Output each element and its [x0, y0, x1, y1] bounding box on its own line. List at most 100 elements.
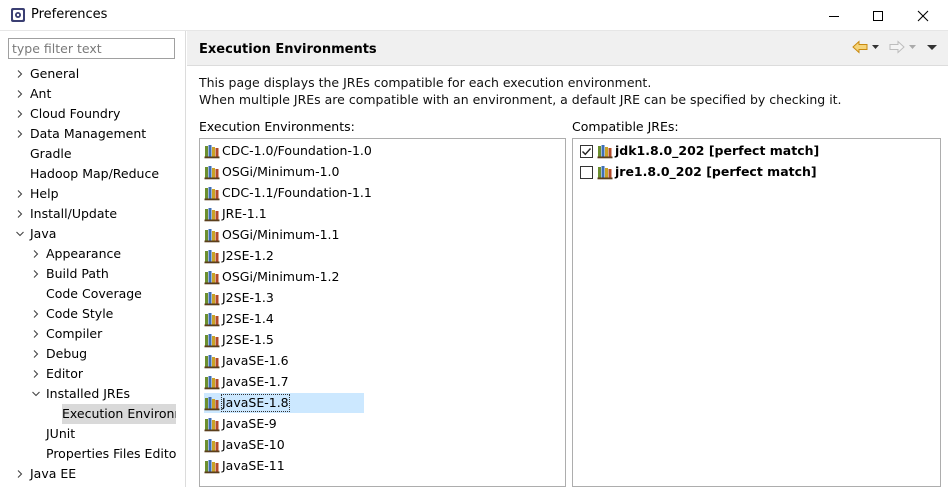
- jre-label: jre1.8.0_202 [perfect match]: [615, 164, 817, 179]
- tree-item[interactable]: Execution Environm: [0, 404, 176, 424]
- environment-label: OSGi/Minimum-1.1: [222, 227, 340, 242]
- chevron-down-icon[interactable]: [30, 384, 42, 404]
- tree-item-label: Code Style: [46, 306, 114, 321]
- tree-item[interactable]: Data Management: [0, 124, 176, 144]
- environment-item[interactable]: JavaSE-1.8: [204, 393, 364, 413]
- environment-label: J2SE-1.2: [222, 248, 274, 263]
- execution-environments-list[interactable]: CDC-1.0/Foundation-1.0 OSGi/Minimum-1.0 CD…: [199, 138, 566, 487]
- environment-label: OSGi/Minimum-1.0: [222, 164, 340, 179]
- maximize-button[interactable]: [855, 0, 901, 31]
- close-button[interactable]: [900, 0, 946, 31]
- environment-label: CDC-1.1/Foundation-1.1: [222, 185, 372, 200]
- tree-item-label: Hadoop Map/Reduce: [30, 166, 160, 181]
- filter-input[interactable]: [8, 38, 175, 59]
- environment-label: J2SE-1.4: [222, 311, 274, 326]
- jre-item[interactable]: jdk1.8.0_202 [perfect match]: [580, 141, 819, 161]
- environment-item[interactable]: JavaSE-1.7: [204, 372, 364, 392]
- tree-item[interactable]: Java EE: [0, 464, 176, 484]
- back-arrow-icon[interactable]: [852, 40, 868, 54]
- tree-item[interactable]: Help: [0, 184, 176, 204]
- tree-item[interactable]: Code Style: [0, 304, 176, 324]
- environments-label: Execution Environments:: [199, 119, 355, 134]
- environment-item[interactable]: JavaSE-9: [204, 414, 364, 434]
- tree-item[interactable]: Java: [0, 224, 176, 244]
- tree-item[interactable]: Debug: [0, 344, 176, 364]
- compatible-jres-list[interactable]: jdk1.8.0_202 [perfect match] jre1.8.0_202…: [572, 138, 941, 487]
- tree-item[interactable]: Compiler: [0, 324, 176, 344]
- environment-item[interactable]: JavaSE-10: [204, 435, 364, 455]
- environment-label: JavaSE-11: [222, 458, 285, 473]
- jar-library-icon: [204, 208, 220, 222]
- environment-item[interactable]: JRE-1.1: [204, 204, 364, 224]
- chevron-right-icon[interactable]: [14, 84, 26, 104]
- jre-item[interactable]: jre1.8.0_202 [perfect match]: [580, 162, 817, 182]
- chevron-right-icon[interactable]: [30, 304, 42, 324]
- chevron-right-icon[interactable]: [30, 344, 42, 364]
- chevron-right-icon[interactable]: [30, 264, 42, 284]
- environment-label: JavaSE-1.6: [222, 353, 289, 368]
- tree-item[interactable]: Build Path: [0, 264, 176, 284]
- environment-item[interactable]: J2SE-1.4: [204, 309, 364, 329]
- environment-item[interactable]: JavaSE-1.6: [204, 351, 364, 371]
- maximize-icon: [873, 10, 883, 21]
- unchecked-checkbox[interactable]: [580, 165, 593, 179]
- environment-label: JavaSE-1.7: [222, 374, 289, 389]
- description-line-2: When multiple JREs are compatible with a…: [199, 92, 842, 107]
- jar-library-icon: [204, 166, 220, 180]
- tree-item-label: Installed JREs: [46, 386, 131, 401]
- chevron-right-icon[interactable]: [14, 204, 26, 224]
- forward-arrow-icon[interactable]: [889, 40, 905, 54]
- tree-item[interactable]: Installed JREs: [0, 384, 176, 404]
- window-title: Preferences: [31, 7, 108, 22]
- page-title: Execution Environments: [199, 42, 377, 57]
- chevron-right-icon[interactable]: [30, 364, 42, 384]
- tree-item[interactable]: Properties Files Editor: [0, 444, 176, 464]
- tree-item[interactable]: Editor: [0, 364, 176, 384]
- tree-item[interactable]: General: [0, 64, 176, 84]
- environment-label: J2SE-1.5: [222, 332, 274, 347]
- chevron-right-icon[interactable]: [30, 324, 42, 344]
- back-dropdown-chevron-down-icon[interactable]: [871, 40, 880, 54]
- tree-item[interactable]: Code Coverage: [0, 284, 176, 304]
- history-navigation: [852, 40, 938, 54]
- tree-item[interactable]: Hadoop Map/Reduce: [0, 164, 176, 184]
- description-line-1: This page displays the JREs compatible f…: [199, 75, 652, 90]
- environment-label: OSGi/Minimum-1.2: [222, 269, 340, 284]
- environment-item[interactable]: CDC-1.1/Foundation-1.1: [204, 183, 372, 203]
- environment-item[interactable]: OSGi/Minimum-1.1: [204, 225, 364, 245]
- chevron-right-icon[interactable]: [30, 244, 42, 264]
- chevron-right-icon[interactable]: [14, 124, 26, 144]
- environment-item[interactable]: CDC-1.0/Foundation-1.0: [204, 141, 372, 161]
- chevron-down-icon[interactable]: [14, 224, 26, 244]
- page-description: This page displays the JREs compatible f…: [199, 74, 842, 108]
- checkmark-icon: [582, 147, 592, 155]
- chevron-right-icon[interactable]: [14, 184, 26, 204]
- tree-item[interactable]: Install/Update: [0, 204, 176, 224]
- environment-item[interactable]: J2SE-1.5: [204, 330, 364, 350]
- environment-item[interactable]: J2SE-1.3: [204, 288, 364, 308]
- environment-label: JRE-1.1: [222, 206, 267, 221]
- tree-item[interactable]: Gradle: [0, 144, 176, 164]
- environment-item[interactable]: OSGi/Minimum-1.0: [204, 162, 364, 182]
- tree-item-label: Build Path: [46, 266, 109, 281]
- chevron-right-icon[interactable]: [14, 464, 26, 484]
- minimize-button[interactable]: [811, 0, 857, 31]
- environment-item[interactable]: J2SE-1.2: [204, 246, 364, 266]
- chevron-right-icon[interactable]: [14, 104, 26, 124]
- tree-item[interactable]: Appearance: [0, 244, 176, 264]
- view-menu-icon[interactable]: [926, 40, 938, 54]
- jar-library-icon: [204, 355, 220, 369]
- tree-item[interactable]: Cloud Foundry: [0, 104, 176, 124]
- tree-item[interactable]: JUnit: [0, 424, 176, 444]
- environment-label: CDC-1.0/Foundation-1.0: [222, 143, 372, 158]
- environment-item[interactable]: JavaSE-11: [204, 456, 364, 476]
- page-header: Execution Environments: [187, 31, 948, 66]
- tree-item-label: Editor: [46, 366, 83, 381]
- title-bar: Preferences: [0, 0, 948, 31]
- checked-checkbox[interactable]: [580, 144, 593, 158]
- chevron-right-icon[interactable]: [14, 64, 26, 84]
- environment-item[interactable]: OSGi/Minimum-1.2: [204, 267, 364, 287]
- tree-item[interactable]: Ant: [0, 84, 176, 104]
- forward-dropdown-chevron-down-icon[interactable]: [908, 40, 917, 54]
- environment-label: JavaSE-9: [222, 416, 277, 431]
